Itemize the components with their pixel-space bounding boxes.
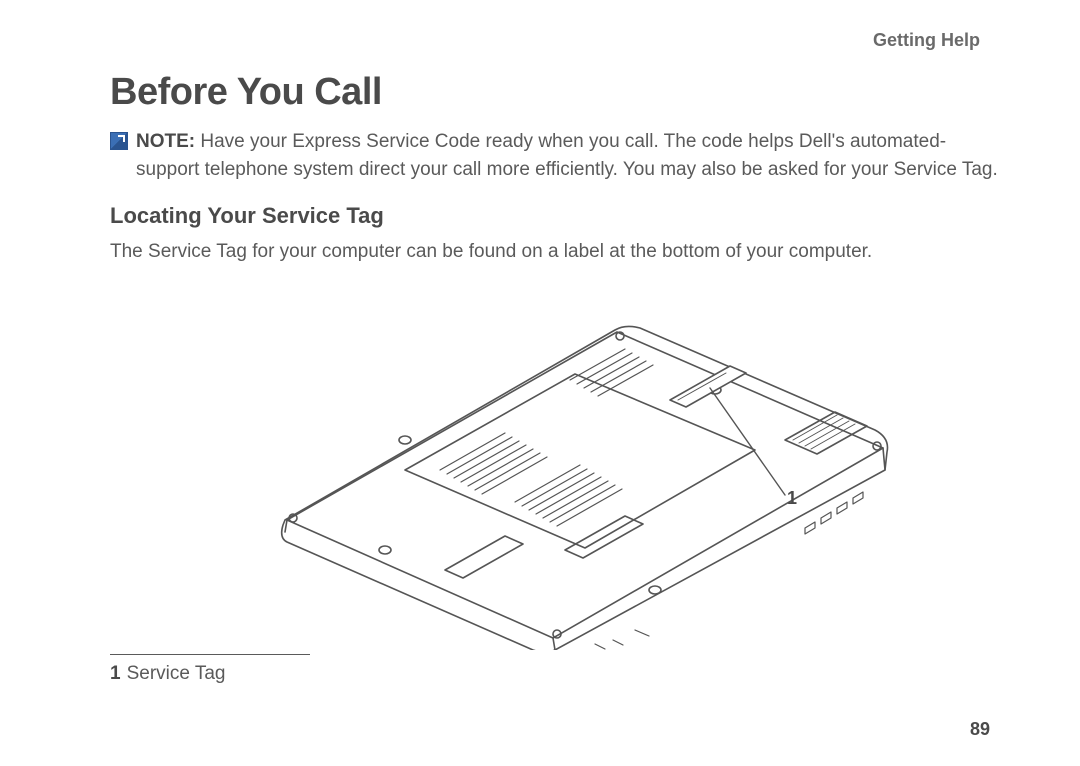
page-title: Before You Call [110, 71, 1000, 114]
laptop-bottom-illustration [195, 270, 915, 650]
service-tag-figure: 1 [195, 270, 915, 650]
subheading: Locating Your Service Tag [110, 203, 1000, 229]
figure-legend: 1 Service Tag [110, 654, 1000, 685]
note-block: NOTE: Have your Express Service Code rea… [110, 128, 1000, 183]
note-label: NOTE: [136, 131, 195, 152]
page-number: 89 [970, 719, 990, 740]
legend-label: Service Tag [127, 663, 226, 684]
sub-text: The Service Tag for your computer can be… [110, 239, 1000, 266]
callout-1: 1 [787, 488, 797, 509]
running-header: Getting Help [110, 30, 980, 51]
legend-rule [110, 654, 310, 655]
legend-number: 1 [110, 663, 121, 684]
note-body: Have your Express Service Code ready whe… [136, 131, 998, 180]
note-icon [110, 132, 128, 150]
note-text: NOTE: Have your Express Service Code rea… [136, 128, 1000, 183]
